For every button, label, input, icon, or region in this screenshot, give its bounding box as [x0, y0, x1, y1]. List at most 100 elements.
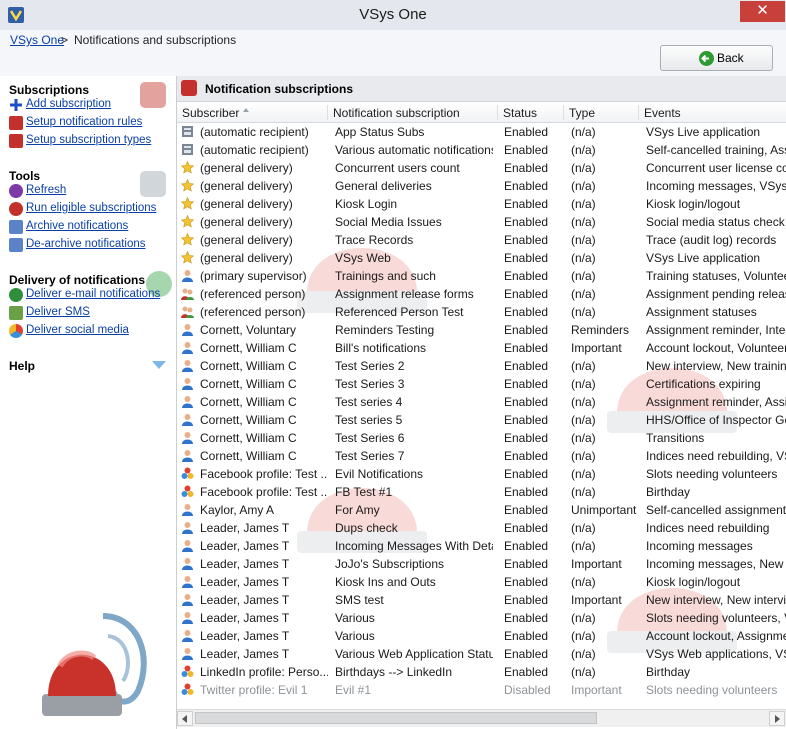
table-row[interactable]: Cornett, William C Test Series 2 Enabled (n… [177, 357, 786, 375]
scroll-right-arrow-icon[interactable] [769, 711, 785, 726]
events-cell: Concurrent user license coun [646, 161, 786, 175]
table-row[interactable]: (referenced person) Referenced Person Tes… [177, 303, 786, 321]
events-cell: Account lockout, Volunteer c [646, 341, 786, 355]
social-icon [9, 324, 23, 338]
sort-ascending-icon [243, 108, 249, 112]
type-cell: (n/a) [571, 161, 596, 175]
subscriber-cell: Facebook profile: Test ... [200, 467, 328, 481]
person-icon [181, 323, 194, 336]
tools-section-title: Tools [9, 169, 41, 183]
sidebar-item-label: Deliver social media [26, 324, 129, 336]
column-header-subscriber[interactable]: Subscriber [182, 106, 239, 120]
column-header-notification-subscription[interactable]: Notification subscription [333, 106, 460, 120]
type-cell: (n/a) [571, 539, 596, 553]
breadcrumb-home-link[interactable]: VSys One [10, 33, 64, 47]
status-cell: Enabled [504, 179, 549, 193]
table-row[interactable]: Cornett, William C Test Series 7 Enabled (n… [177, 447, 786, 465]
table-row[interactable]: Leader, James T Kiosk Ins and Outs Enabled… [177, 573, 786, 591]
refresh-icon [9, 184, 23, 198]
table-row[interactable]: Leader, James T Various Web Application S… [177, 645, 786, 663]
table-row[interactable]: (general delivery) Social Media Issues Ena… [177, 213, 786, 231]
table-row[interactable]: (general delivery) Trace Records Enabled (n… [177, 231, 786, 249]
events-cell: Slots needing volunteers, Vo [646, 611, 786, 625]
person-icon [181, 503, 194, 516]
back-button[interactable]: Back [660, 45, 773, 71]
delivery-section-title: Delivery of notifications [9, 273, 146, 287]
table-row[interactable]: (general delivery) VSys Web Enabled (n/a) VS… [177, 249, 786, 267]
social-icon [181, 485, 194, 498]
run-icon [9, 202, 23, 216]
subscriber-cell: Leader, James T [200, 539, 290, 553]
column-header-status[interactable]: Status [503, 106, 537, 120]
type-cell: Important [571, 557, 622, 571]
chevron-down-icon[interactable] [152, 361, 166, 369]
type-cell: Unimportant [571, 503, 637, 517]
column-divider[interactable] [327, 105, 328, 120]
type-cell: (n/a) [571, 251, 596, 265]
status-cell: Enabled [504, 629, 549, 643]
close-button[interactable]: ✕ [740, 1, 785, 22]
table-row[interactable]: (automatic recipient) Various automatic n… [177, 141, 786, 159]
subscription-cell: Kiosk Login [335, 197, 398, 211]
status-cell: Enabled [504, 215, 549, 229]
back-arrow-icon [699, 51, 714, 66]
table-row[interactable]: Cornett, William C Test series 4 Enabled (n… [177, 393, 786, 411]
events-cell: Social media status check [646, 215, 785, 229]
table-row[interactable]: Cornett, William C Bill's notifications En… [177, 339, 786, 357]
horizontal-scrollbar[interactable] [177, 709, 786, 727]
table-row[interactable]: Facebook profile: Test ... Evil Notificat… [177, 465, 786, 483]
events-cell: Indices need rebuilding [646, 521, 770, 535]
table-row[interactable]: (primary supervisor) Trainings and such En… [177, 267, 786, 285]
table-row[interactable]: Leader, James T Incoming Messages With De… [177, 537, 786, 555]
help-section-title: Help [9, 359, 36, 373]
table-row[interactable]: (general delivery) General deliveries Enab… [177, 177, 786, 195]
table-row[interactable]: (general delivery) Concurrent users count… [177, 159, 786, 177]
table-row[interactable]: Facebook profile: Test ... FB Test #1 Enab… [177, 483, 786, 501]
column-divider[interactable] [563, 105, 564, 120]
column-divider[interactable] [497, 105, 498, 120]
table-row[interactable]: Twitter profile: Evil 1 Evil #1 Disabled Im… [177, 681, 786, 699]
table-row[interactable]: Cornett, William C Test series 5 Enabled (n… [177, 411, 786, 429]
events-cell: Birthday [646, 485, 691, 499]
status-cell: Enabled [504, 287, 549, 301]
events-cell: Assignment reminder, Interv [646, 323, 786, 337]
table-row[interactable]: (automatic recipient) App Status Subs Enab… [177, 123, 786, 141]
events-cell: Self-cancelled assignment, Se [646, 503, 786, 517]
column-header-type[interactable]: Type [569, 106, 595, 120]
person-icon [181, 269, 194, 282]
main-panel: Notification subscriptions Subscriber No… [177, 76, 786, 729]
subscriber-cell: Leader, James T [200, 557, 290, 571]
table-row[interactable]: Cornett, Voluntary Reminders Testing Enabl… [177, 321, 786, 339]
social-icon [181, 665, 194, 678]
subscription-cell: Incoming Messages With Details [335, 539, 493, 553]
status-cell: Enabled [504, 323, 549, 337]
subscription-cell: Test series 4 [335, 395, 403, 409]
table-row[interactable]: (referenced person) Assignment release fo… [177, 285, 786, 303]
events-cell: Incoming messages [646, 539, 753, 553]
table-row[interactable]: Leader, James T SMS test Enabled Important N… [177, 591, 786, 609]
table-row[interactable]: Leader, James T Various Enabled (n/a) Slots … [177, 609, 786, 627]
person-icon [181, 575, 194, 588]
table-row[interactable]: Leader, James T Dups check Enabled (n/a) Ind… [177, 519, 786, 537]
table-row[interactable]: Leader, James T Various Enabled (n/a) Accoun… [177, 627, 786, 645]
table-row[interactable]: Cornett, William C Test Series 6 Enabled (n… [177, 429, 786, 447]
column-divider[interactable] [638, 105, 639, 120]
scrollbar-thumb[interactable] [195, 712, 597, 724]
subscription-cell: Birthdays --> LinkedIn [335, 665, 453, 679]
subscription-cell: Kiosk Ins and Outs [335, 575, 436, 589]
table-row[interactable]: Leader, James T JoJo's Subscriptions Enabl… [177, 555, 786, 573]
group-icon [181, 287, 194, 300]
scroll-left-arrow-icon[interactable] [177, 711, 193, 726]
subscriber-cell: Twitter profile: Evil 1 [200, 683, 308, 697]
subscription-cell: Bill's notifications [335, 341, 426, 355]
table-row[interactable]: Kaylor, Amy A For Amy Enabled Unimportant Se… [177, 501, 786, 519]
table-row[interactable]: LinkedIn profile: Perso... Birthdays --> … [177, 663, 786, 681]
column-header-events[interactable]: Events [644, 106, 681, 120]
table-row[interactable]: Cornett, William C Test Series 3 Enabled (n… [177, 375, 786, 393]
events-cell: Kiosk login/logout [646, 197, 741, 211]
table-row[interactable]: (general delivery) Kiosk Login Enabled (n/a… [177, 195, 786, 213]
sidebar: Subscriptions Add subscription Setup not… [0, 76, 177, 729]
subscriber-cell: Cornett, Voluntary [200, 323, 297, 337]
person-icon [181, 395, 194, 408]
status-cell: Enabled [504, 197, 549, 211]
